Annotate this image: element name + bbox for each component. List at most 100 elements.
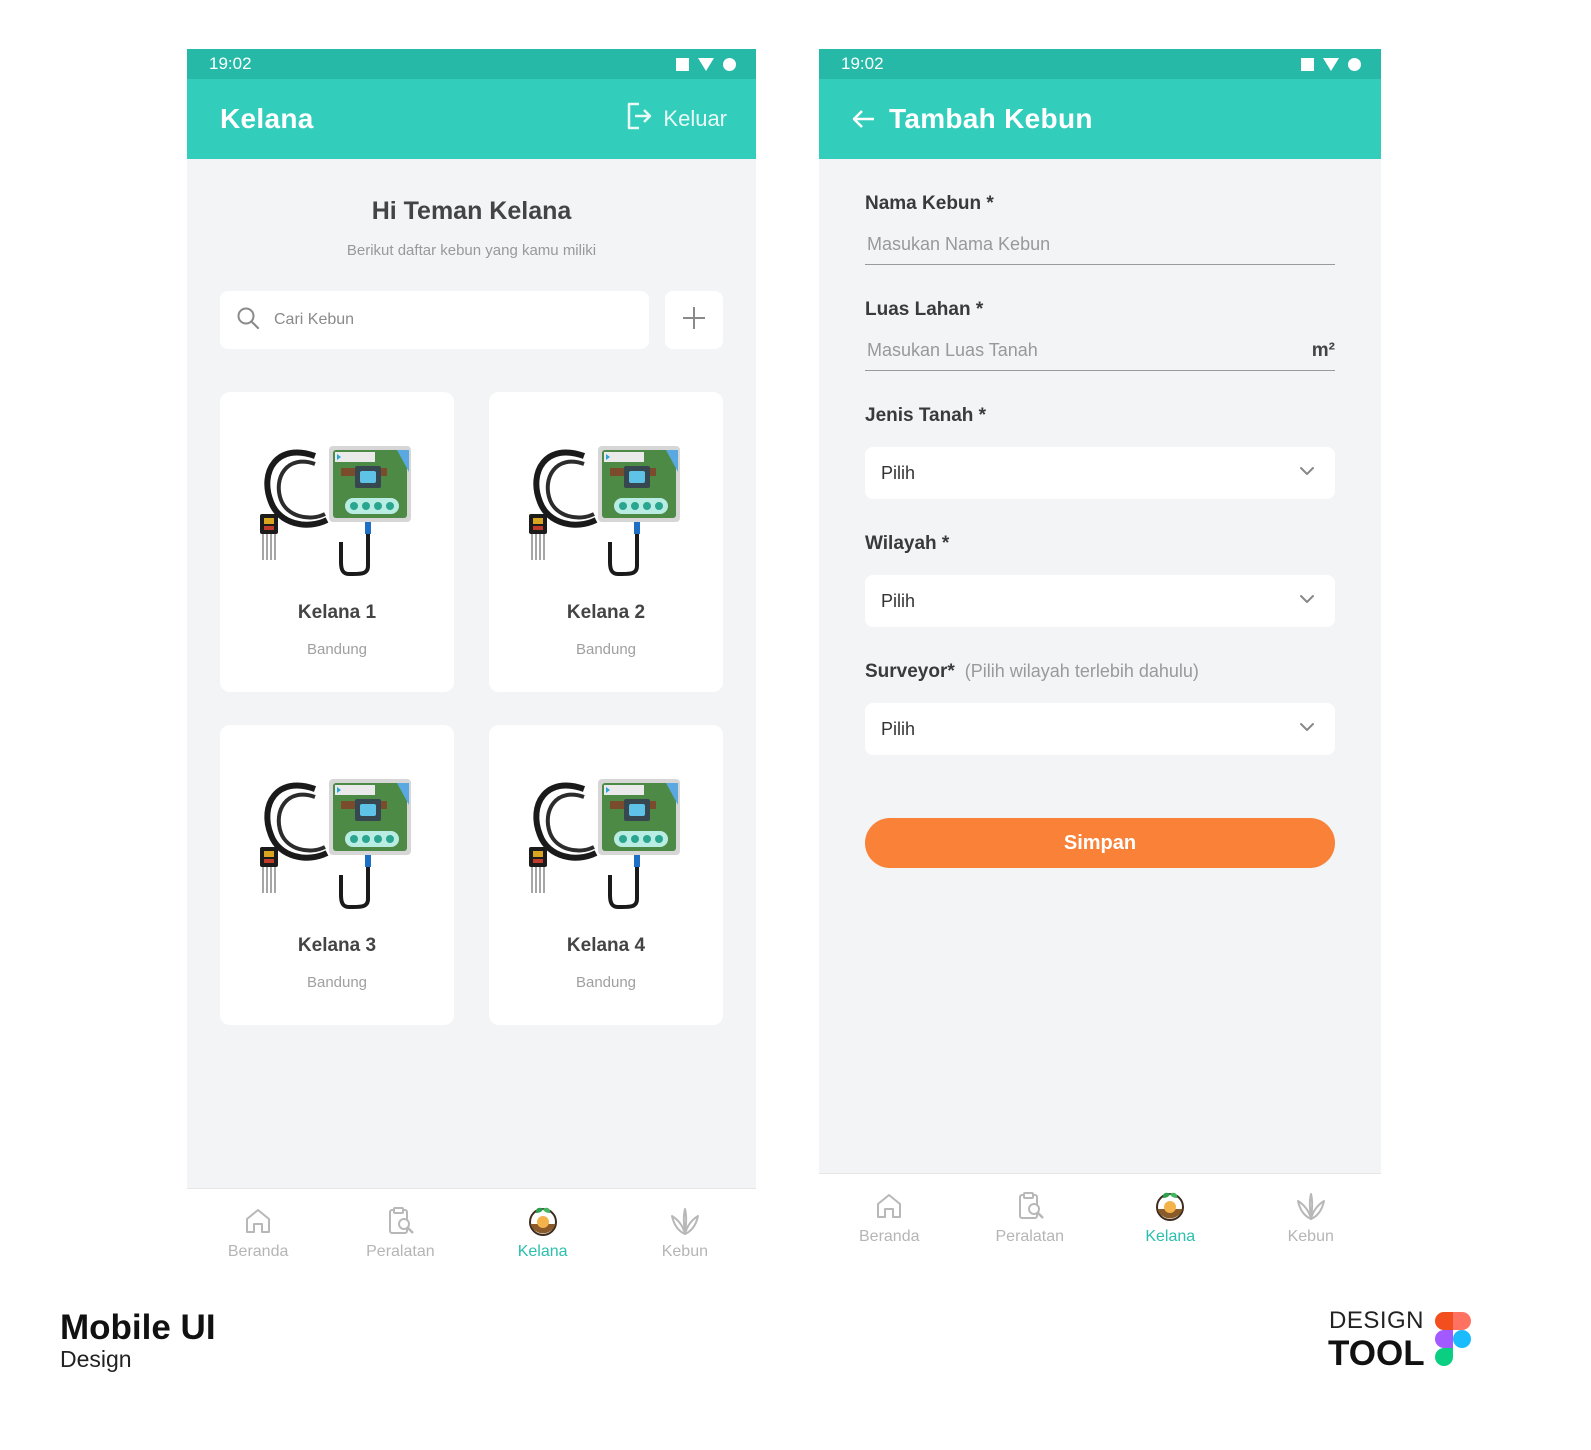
kelana-device-image	[257, 442, 417, 582]
search-input[interactable]	[272, 310, 576, 330]
status-icons	[1301, 57, 1361, 71]
surveyor-label-text: Surveyor*	[865, 661, 955, 682]
area-unit: m²	[1311, 339, 1335, 361]
kebun-card[interactable]: Kelana 2 Bandung	[489, 392, 723, 692]
jenis-tanah-select[interactable]: Pilih	[865, 447, 1335, 499]
nav-label: Kebun	[661, 1243, 708, 1260]
logout-icon	[625, 101, 653, 137]
status-bar: 19:02	[819, 49, 1381, 79]
kelana-device-image	[526, 775, 686, 915]
select-value: Pilih	[881, 590, 916, 611]
kelana-device-image	[526, 442, 686, 582]
figma-logo-icon	[1435, 1312, 1471, 1366]
bottom-nav: Beranda Peralatan Kelana Kebun	[187, 1188, 756, 1289]
brand-title: Mobile UI	[60, 1308, 216, 1347]
kelana-device-image	[257, 775, 417, 915]
home-icon	[873, 1188, 905, 1224]
card-title: Kelana 3	[297, 935, 377, 956]
kebun-card[interactable]: Kelana 1 Bandung	[220, 392, 454, 692]
surveyor-label: Surveyor* (Pilih wilayah terlebih dahulu)	[865, 661, 1335, 683]
greeting-subtitle: Berikut daftar kebun yang kamu miliki	[346, 242, 597, 259]
kebun-card[interactable]: Kelana 3 Bandung	[220, 725, 454, 1025]
status-time: 19:02	[841, 54, 884, 73]
nav-label: Kelana	[517, 1243, 568, 1260]
nav-item-beranda[interactable]: Beranda	[203, 1203, 313, 1261]
logout-label: Keluar	[663, 106, 727, 131]
status-time: 19:02	[209, 54, 252, 73]
leaf-icon	[1295, 1188, 1327, 1224]
battery-icon	[723, 57, 736, 71]
wilayah-select[interactable]: Pilih	[865, 575, 1335, 627]
nama-kebun-input[interactable]	[865, 233, 1335, 256]
kebun-card[interactable]: Kelana 4 Bandung	[489, 725, 723, 1025]
nav-label: Kebun	[1287, 1228, 1334, 1245]
bottom-nav: Beranda Peralatan Kelana Kebun	[819, 1173, 1381, 1269]
nama-kebun-field	[865, 233, 1335, 265]
surveyor-select[interactable]: Pilih	[865, 703, 1335, 755]
clipboard-tools-icon	[384, 1203, 416, 1239]
wilayah-label: Wilayah *	[865, 533, 950, 554]
kelana-device-icon	[527, 1203, 559, 1239]
home-icon	[242, 1203, 274, 1239]
card-title: Kelana 1	[297, 602, 377, 623]
select-value: Pilih	[881, 462, 916, 483]
nav-item-kelana[interactable]: Kelana	[1115, 1188, 1225, 1246]
search-icon	[236, 306, 260, 335]
page-title: Tambah Kebun	[889, 103, 1093, 134]
nav-item-peralatan[interactable]: Peralatan	[345, 1203, 455, 1261]
tambah-kebun-form: Nama Kebun * Luas Lahan * m² Jenis Tanah…	[819, 193, 1381, 868]
greeting: Hi Teman Kelana	[371, 197, 572, 225]
status-icons	[676, 57, 736, 71]
nav-item-peralatan[interactable]: Peralatan	[975, 1188, 1085, 1246]
brand-subtitle: Design	[60, 1346, 132, 1372]
chevron-down-icon	[1297, 461, 1317, 486]
status-bar: 19:02	[187, 49, 756, 79]
card-title: Kelana 2	[566, 602, 646, 623]
signal-icon	[698, 57, 714, 71]
nav-label: Kelana	[1145, 1228, 1196, 1245]
page-title: Kelana	[220, 103, 314, 134]
design-tool-bottom: TOOL	[1328, 1334, 1425, 1373]
luas-lahan-label: Luas Lahan *	[865, 299, 984, 320]
leaf-icon	[669, 1203, 701, 1239]
nav-item-kelana[interactable]: Kelana	[488, 1203, 598, 1261]
luas-lahan-input[interactable]	[865, 339, 1312, 362]
kebun-grid: Kelana 1 Bandung Kelana 2 Bandung Kelana…	[220, 392, 723, 1025]
card-location: Bandung	[575, 974, 637, 991]
card-location: Bandung	[575, 641, 637, 658]
clipboard-tools-icon	[1014, 1188, 1046, 1224]
battery-icon	[1348, 57, 1361, 71]
plus-icon	[681, 305, 707, 336]
save-button[interactable]: Simpan	[865, 818, 1335, 868]
luas-lahan-field: m²	[865, 339, 1335, 371]
search-box[interactable]	[220, 291, 649, 349]
nav-item-beranda[interactable]: Beranda	[834, 1188, 944, 1246]
recent-apps-icon	[676, 57, 689, 71]
kelana-device-icon	[1154, 1188, 1186, 1224]
app-bar: Tambah Kebun	[819, 79, 1381, 159]
nav-label: Beranda	[859, 1228, 920, 1245]
add-kebun-button[interactable]	[665, 291, 723, 349]
phone-kelana-list: 19:02 Kelana Keluar Hi Teman Kelana Beri…	[187, 49, 756, 1289]
card-location: Bandung	[306, 641, 368, 658]
signal-icon	[1323, 57, 1339, 71]
jenis-tanah-label: Jenis Tanah *	[865, 405, 987, 426]
back-arrow-icon[interactable]	[851, 106, 877, 132]
surveyor-hint: (Pilih wilayah terlebih dahulu)	[964, 661, 1199, 681]
nav-item-kebun[interactable]: Kebun	[1256, 1188, 1366, 1246]
nav-label: Beranda	[227, 1243, 289, 1260]
card-title: Kelana 4	[566, 935, 646, 956]
nav-label: Peralatan	[366, 1243, 435, 1260]
card-location: Bandung	[306, 974, 368, 991]
nama-kebun-label: Nama Kebun *	[865, 193, 994, 214]
app-bar: Kelana Keluar	[187, 79, 756, 159]
select-value: Pilih	[881, 718, 916, 739]
nav-item-kebun[interactable]: Kebun	[630, 1203, 740, 1261]
recent-apps-icon	[1301, 57, 1314, 71]
search-row	[220, 291, 723, 349]
chevron-down-icon	[1297, 589, 1317, 614]
phone-tambah-kebun: 19:02 Tambah Kebun Nama Kebun * Luas Lah…	[819, 49, 1381, 1269]
chevron-down-icon	[1297, 717, 1317, 742]
logout-button[interactable]: Keluar	[625, 101, 727, 137]
design-tool-top: DESIGN	[1329, 1307, 1425, 1334]
